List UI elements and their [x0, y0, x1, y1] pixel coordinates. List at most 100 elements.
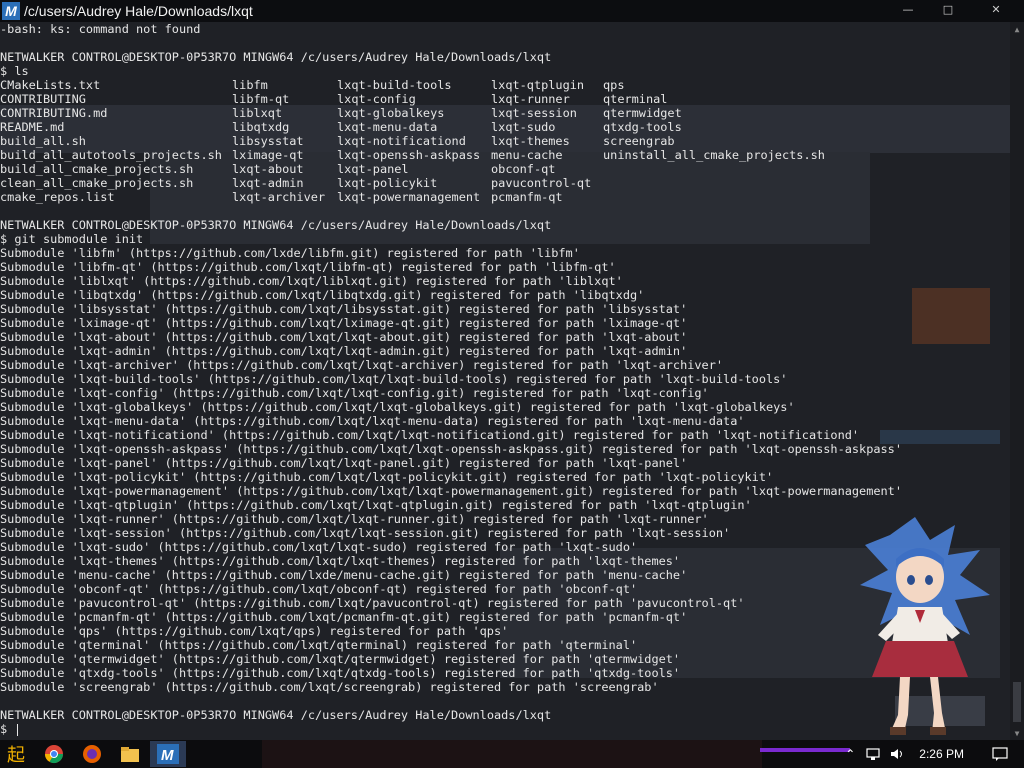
- ls-entry: [603, 162, 833, 176]
- submodule-line: Submodule 'libsysstat' (https://github.c…: [0, 302, 688, 316]
- ls-entry: qterminal: [603, 92, 668, 106]
- ls-listing: CMakeLists.txt libfm lxqt-build-tools lxqt-…: [0, 78, 1010, 204]
- ls-row: clean_all_cmake_projects.sh lxqt-admin lxq…: [0, 176, 1010, 190]
- prompt-line: NETWALKER CONTROL@DESKTOP-0P53R7O MINGW6…: [0, 50, 1010, 64]
- volume-icon[interactable]: [889, 747, 905, 761]
- ls-entry: lxqt-about: [232, 162, 304, 176]
- ls-entry: CONTRIBUTING.md: [0, 106, 108, 120]
- submodule-line: Submodule 'lxqt-globalkeys' (https://git…: [0, 400, 795, 414]
- prompt-path: /c/users/Audrey Hale/Downloads/lxqt: [300, 50, 552, 64]
- ls-entry: lxqt-runner: [491, 92, 570, 106]
- submodule-line: Submodule 'libfm' (https://github.com/lx…: [0, 246, 580, 260]
- ls-entry: [603, 190, 833, 204]
- ls-entry: lxqt-archiver: [232, 190, 326, 204]
- ls-row: README.md libqtxdg lxqt-menu-data lxqt-sudo…: [0, 120, 1010, 134]
- ls-entry: qps: [603, 78, 625, 92]
- submodule-line: Submodule 'lxqt-admin' (https://github.c…: [0, 344, 688, 358]
- ls-row: CONTRIBUTING.md liblxqt lxqt-globalkeys lxq…: [0, 106, 1010, 120]
- close-button[interactable]: ✕: [968, 0, 1024, 18]
- maximize-button[interactable]: □: [928, 0, 968, 18]
- taskbar-background: [262, 740, 762, 768]
- submodule-line: Submodule 'lxqt-config' (https://github.…: [0, 386, 709, 400]
- file-explorer-icon: [121, 747, 139, 762]
- ls-entry: lxqt-sudo: [491, 120, 556, 134]
- ls-entry: README.md: [0, 120, 65, 134]
- submodule-line: Submodule 'liblxqt' (https://github.com/…: [0, 274, 623, 288]
- command-line: $ git submodule init: [0, 232, 144, 246]
- taskbar: 起 M ⌃ 2:26 PM: [0, 740, 1024, 768]
- prompt-user: NETWALKER CONTROL@DESKTOP-0P53R7O MINGW6…: [0, 50, 294, 64]
- ls-entry: obconf-qt: [491, 162, 556, 176]
- ls-entry: build_all.sh: [0, 134, 86, 148]
- taskbar-mintty[interactable]: M: [150, 741, 186, 767]
- taskbar-clock[interactable]: 2:26 PM: [919, 747, 964, 761]
- ls-entry: [603, 176, 833, 190]
- ls-entry: liblxqt: [232, 106, 283, 120]
- ls-entry: lxqt-policykit: [337, 176, 438, 190]
- submodule-line: Submodule 'lxqt-panel' (https://github.c…: [0, 456, 688, 470]
- taskbar-chrome[interactable]: [36, 741, 72, 767]
- start-icon: 起: [7, 745, 25, 765]
- ls-row: build_all_cmake_projects.sh lxqt-about lxq…: [0, 162, 1010, 176]
- svg-text:M: M: [161, 747, 174, 764]
- window-title: /c/users/Audrey Hale/Downloads/lxqt: [24, 3, 253, 19]
- ls-entry: lxqt-themes: [491, 134, 570, 148]
- network-icon[interactable]: [865, 747, 881, 761]
- ls-entry: lxqt-notificationd: [337, 134, 466, 148]
- ls-entry: lxqt-qtplugin: [491, 78, 585, 92]
- ls-row: CONTRIBUTING libfm-qt lxqt-config lxqt-runn…: [0, 92, 1010, 106]
- submodule-line: Submodule 'lxqt-powermanagement' (https:…: [0, 484, 903, 498]
- ls-entry: pavucontrol-qt: [491, 176, 592, 190]
- terminal-line: -bash: ks: command not found: [0, 22, 201, 36]
- system-tray: ⌃ 2:26 PM: [845, 740, 1024, 768]
- prompt-symbol: $: [0, 722, 15, 736]
- anime-mascot-image: [860, 517, 990, 735]
- mintty-icon[interactable]: M: [2, 2, 20, 20]
- scroll-thumb[interactable]: [1013, 682, 1021, 722]
- taskbar-accent: [760, 748, 850, 752]
- taskbar-file-explorer[interactable]: [112, 741, 148, 767]
- submodule-line: Submodule 'lxqt-menu-data' (https://gith…: [0, 414, 745, 428]
- notifications-icon[interactable]: [992, 747, 1008, 761]
- ls-entry: libfm: [232, 78, 268, 92]
- ls-entry: lxqt-panel: [337, 162, 409, 176]
- chrome-icon: [45, 745, 63, 764]
- ls-entry: lxqt-session: [491, 106, 577, 120]
- ls-entry: libsysstat: [232, 134, 304, 148]
- ls-entry: cmake_repos.list: [0, 190, 115, 204]
- terminal-scrollbar[interactable]: ▲ ▼: [1010, 22, 1024, 740]
- ls-row: CMakeLists.txt libfm lxqt-build-tools lxqt-…: [0, 78, 1010, 92]
- ls-row: build_all_autotools_projects.sh lximage-q…: [0, 148, 1010, 162]
- prompt-user: NETWALKER CONTROL@DESKTOP-0P53R7O MINGW6…: [0, 218, 294, 232]
- up-arrow-icon[interactable]: ⌃: [845, 747, 855, 761]
- prompt-line: NETWALKER CONTROL@DESKTOP-0P53R7O MINGW6…: [0, 218, 1010, 232]
- ls-entry: build_all_autotools_projects.sh: [0, 148, 222, 162]
- mintty-icon: M: [157, 744, 179, 764]
- text-cursor: [17, 723, 19, 736]
- ls-entry: lxqt-config: [337, 92, 416, 106]
- prompt-user: NETWALKER CONTROL@DESKTOP-0P53R7O MINGW6…: [0, 708, 294, 722]
- window-titlebar[interactable]: M /c/users/Audrey Hale/Downloads/lxqt — …: [0, 0, 1024, 22]
- submodule-line: Submodule 'lxqt-qtplugin' (https://githu…: [0, 498, 752, 512]
- ls-entry: libqtxdg: [232, 120, 290, 134]
- submodule-line: Submodule 'lxqt-notificationd' (https://…: [0, 428, 860, 442]
- ls-entry: pcmanfm-qt: [491, 190, 563, 204]
- ls-entry: qtxdg-tools: [603, 120, 682, 134]
- scroll-up-icon[interactable]: ▲: [1010, 22, 1024, 36]
- prompt-path: /c/users/Audrey Hale/Downloads/lxqt: [300, 708, 552, 722]
- firefox-icon: [83, 745, 101, 763]
- submodule-line: Submodule 'lxqt-about' (https://github.c…: [0, 330, 688, 344]
- prompt-path: /c/users/Audrey Hale/Downloads/lxqt: [300, 218, 552, 232]
- scroll-down-icon[interactable]: ▼: [1010, 726, 1024, 740]
- submodule-line: Submodule 'lximage-qt' (https://github.c…: [0, 316, 688, 330]
- taskbar-firefox[interactable]: [74, 741, 110, 767]
- ls-entry: lxqt-powermanagement: [337, 190, 481, 204]
- start-button[interactable]: 起: [0, 740, 34, 768]
- ls-row: cmake_repos.list lxqt-archiver lxqt-powerm…: [0, 190, 1010, 204]
- window-controls: — □ ✕: [888, 0, 1024, 18]
- svg-text:起: 起: [7, 745, 25, 765]
- ls-entry: lxqt-globalkeys: [337, 106, 445, 120]
- minimize-button[interactable]: —: [888, 0, 928, 18]
